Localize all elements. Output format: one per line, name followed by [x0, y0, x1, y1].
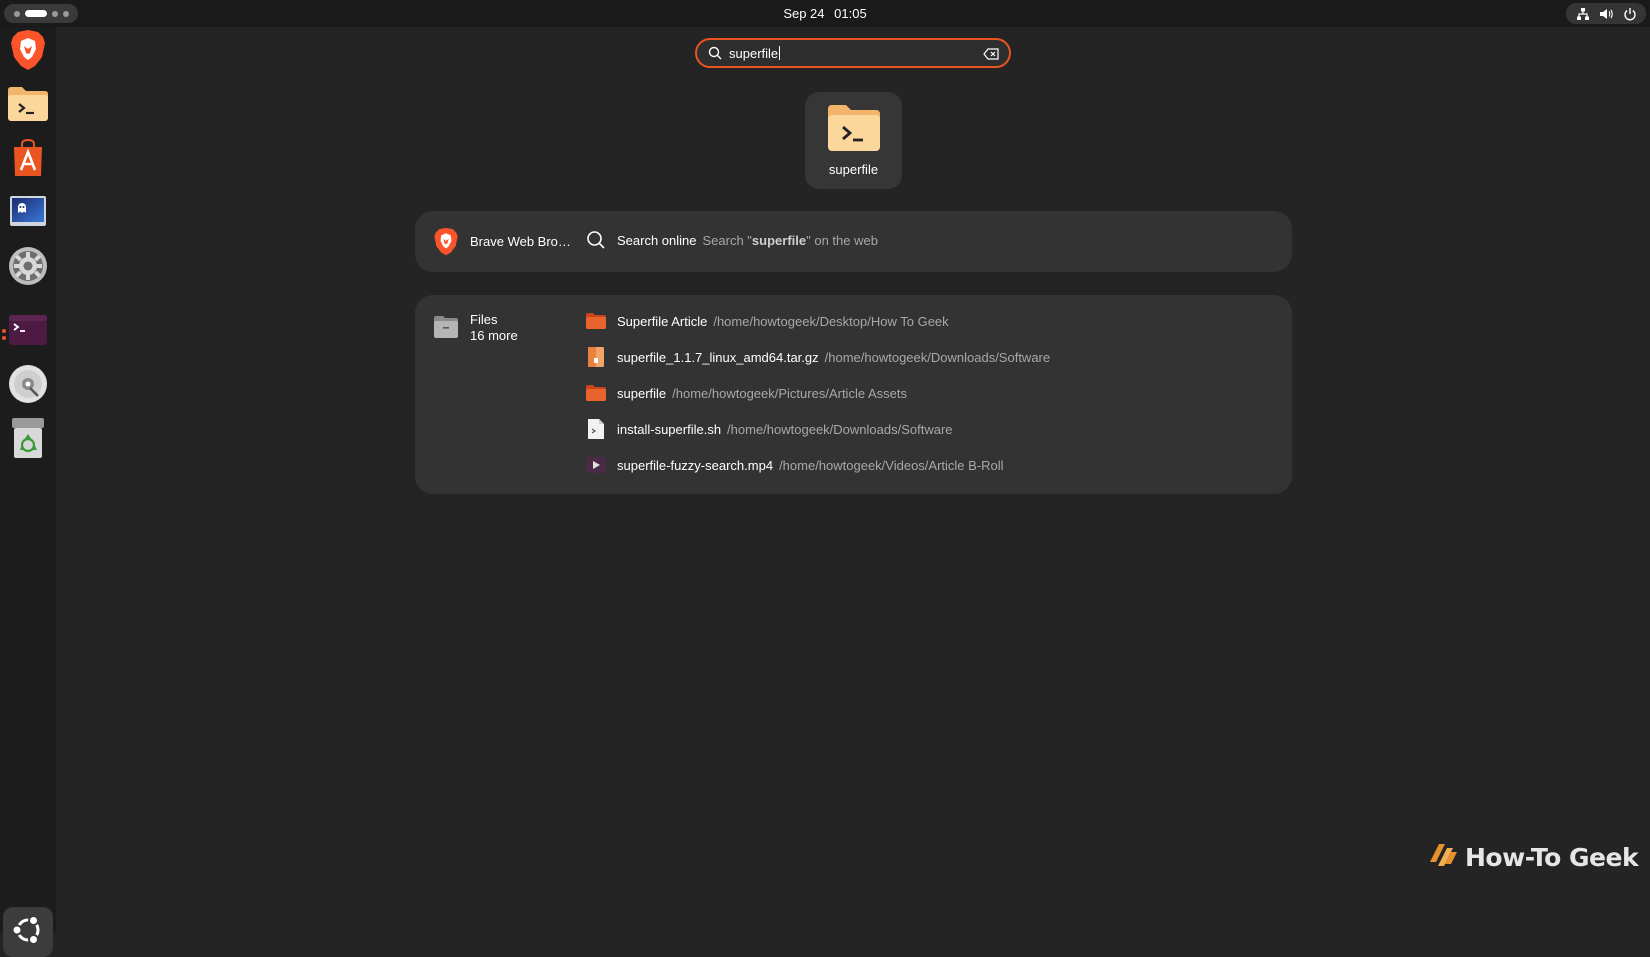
show-apps-icon — [11, 913, 45, 952]
trash-icon — [11, 417, 45, 464]
files-app-icon[interactable] — [433, 315, 459, 344]
optical-disc-icon — [8, 364, 48, 409]
dock-item-superfile[interactable] — [6, 84, 50, 128]
app-result-superfile[interactable]: superfile — [805, 92, 902, 189]
search-online-result[interactable]: Search online Search "superfile" on the … — [585, 227, 878, 253]
file-result-path: /home/howtogeek/Downloads/Software — [727, 421, 953, 437]
search-input[interactable]: superfile — [695, 38, 1011, 68]
archive-icon — [585, 346, 607, 368]
terminal-icon — [8, 314, 48, 351]
file-result-path: /home/howtogeek/Desktop/How To Geek — [713, 313, 949, 329]
search-online-description: Search "superfile" on the web — [702, 232, 878, 248]
folder-icon — [585, 382, 607, 404]
file-result-name: superfile_1.1.7_linux_amd64.tar.gz — [617, 349, 819, 365]
dock-item-brave[interactable] — [6, 29, 50, 76]
search-icon — [708, 46, 722, 65]
provider-more-count[interactable]: 16 more — [470, 328, 518, 343]
provider-label-brave: Brave Web Bro… — [470, 234, 571, 249]
search-online-title: Search online — [617, 232, 697, 248]
app-result-label: superfile — [828, 162, 879, 177]
app-center-icon — [11, 138, 45, 183]
how-to-geek-watermark: How-To Geek — [1427, 840, 1639, 875]
dock-item-app-center[interactable] — [6, 138, 50, 182]
system-status-menu[interactable] — [1566, 3, 1646, 24]
folder-terminal-icon — [826, 103, 882, 158]
virtual-machine-icon — [9, 195, 47, 234]
file-result-path: /home/howtogeek/Videos/Article B-Roll — [779, 457, 1004, 473]
folder-terminal-icon — [7, 86, 49, 127]
file-result-name: install-superfile.sh — [617, 421, 722, 437]
file-result-path: /home/howtogeek/Downloads/Software — [824, 349, 1051, 365]
file-result-name: superfile-fuzzy-search.mp4 — [617, 457, 774, 473]
web-search-provider-panel: Brave Web Bro… Search online Search "sup… — [415, 211, 1292, 272]
video-file-icon — [585, 454, 607, 476]
date-time-clock[interactable]: Sep 24 01:05 — [0, 6, 1650, 21]
file-result-name: Superfile Article — [617, 313, 708, 329]
clock-date: Sep 24 — [783, 6, 825, 21]
script-file-icon — [585, 418, 607, 440]
provider-label-files: Files — [470, 312, 498, 327]
dock-item-trash[interactable] — [6, 417, 50, 464]
power-icon — [1623, 7, 1637, 21]
file-result-row[interactable]: superfile-fuzzy-search.mp4 /home/howtoge… — [585, 452, 1004, 478]
brave-lion-icon[interactable] — [433, 227, 459, 261]
file-result-row[interactable]: superfile_1.1.7_linux_amd64.tar.gz /home… — [585, 344, 1050, 370]
watermark-text: How-To Geek — [1465, 842, 1639, 872]
search-query-text: superfile — [729, 46, 779, 61]
file-result-name: superfile — [617, 385, 667, 401]
dock-item-virtual-machine[interactable] — [6, 192, 50, 236]
file-result-path: /home/howtogeek/Pictures/Article Assets — [672, 385, 907, 401]
dock-item-disc[interactable] — [6, 364, 50, 408]
show-apps-button[interactable] — [3, 907, 53, 957]
search-icon — [585, 229, 607, 251]
files-provider-panel: Files 16 more Superfile Article /home/ho… — [415, 295, 1292, 494]
file-result-row[interactable]: Superfile Article /home/howtogeek/Deskto… — [585, 308, 949, 334]
clock-time: 01:05 — [834, 6, 867, 21]
network-wired-icon — [1576, 7, 1590, 21]
settings-gear-icon — [8, 246, 48, 291]
brave-lion-icon — [9, 29, 47, 76]
volume-icon — [1599, 7, 1613, 21]
dock-item-terminal[interactable] — [6, 310, 50, 354]
how-to-geek-logo-icon — [1427, 840, 1459, 875]
dock-item-settings[interactable] — [6, 246, 50, 290]
file-result-row[interactable]: install-superfile.sh /home/howtogeek/Dow… — [585, 416, 953, 442]
top-bar: Sep 24 01:05 — [0, 0, 1650, 27]
file-result-row[interactable]: superfile /home/howtogeek/Pictures/Artic… — [585, 380, 907, 406]
folder-icon — [585, 310, 607, 332]
clear-search-icon[interactable] — [983, 47, 999, 65]
dock — [0, 27, 56, 957]
